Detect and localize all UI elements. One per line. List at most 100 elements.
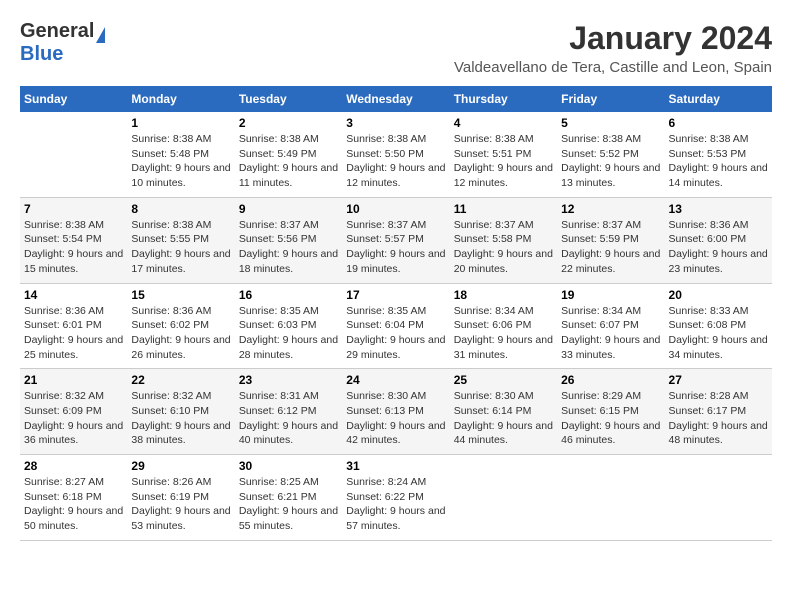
day-number: 1: [131, 116, 230, 130]
day-number: 17: [346, 288, 445, 302]
day-cell: 30 Sunrise: 8:25 AMSunset: 6:21 PMDayligh…: [235, 455, 342, 541]
day-info: Sunrise: 8:38 AMSunset: 5:49 PMDaylight:…: [239, 132, 338, 191]
week-row-5: 28 Sunrise: 8:27 AMSunset: 6:18 PMDayligh…: [20, 455, 772, 541]
day-cell: 29 Sunrise: 8:26 AMSunset: 6:19 PMDayligh…: [127, 455, 234, 541]
day-number: 28: [24, 459, 123, 473]
day-info: Sunrise: 8:35 AMSunset: 6:03 PMDaylight:…: [239, 304, 338, 363]
day-number: 24: [346, 373, 445, 387]
day-number: 25: [454, 373, 553, 387]
day-number: 7: [24, 202, 123, 216]
day-info: Sunrise: 8:32 AMSunset: 6:09 PMDaylight:…: [24, 389, 123, 448]
day-info: Sunrise: 8:38 AMSunset: 5:48 PMDaylight:…: [131, 132, 230, 191]
day-cell: 15 Sunrise: 8:36 AMSunset: 6:02 PMDayligh…: [127, 283, 234, 369]
day-cell: 11 Sunrise: 8:37 AMSunset: 5:58 PMDayligh…: [450, 197, 557, 283]
day-cell: 2 Sunrise: 8:38 AMSunset: 5:49 PMDaylight…: [235, 112, 342, 197]
day-info: Sunrise: 8:38 AMSunset: 5:54 PMDaylight:…: [24, 218, 123, 277]
day-number: 11: [454, 202, 553, 216]
day-cell: 18Sunrise: 8:34 AMSunset: 6:06 PMDayligh…: [450, 283, 557, 369]
day-number: 16: [239, 288, 338, 302]
day-cell: 21 Sunrise: 8:32 AMSunset: 6:09 PMDayligh…: [20, 369, 127, 455]
day-number: 26: [561, 373, 660, 387]
day-cell: 27Sunrise: 8:28 AMSunset: 6:17 PMDayligh…: [665, 369, 772, 455]
day-info: Sunrise: 8:27 AMSunset: 6:18 PMDaylight:…: [24, 475, 123, 534]
day-info: Sunrise: 8:35 AMSunset: 6:04 PMDaylight:…: [346, 304, 445, 363]
day-number: 31: [346, 459, 445, 473]
day-info: Sunrise: 8:34 AMSunset: 6:07 PMDaylight:…: [561, 304, 660, 363]
day-number: 30: [239, 459, 338, 473]
column-header-friday: Friday: [557, 86, 664, 112]
day-number: 6: [669, 116, 768, 130]
logo-blue: Blue: [20, 43, 63, 66]
day-number: 8: [131, 202, 230, 216]
day-cell: [557, 455, 664, 541]
calendar-header-row: SundayMondayTuesdayWednesdayThursdayFrid…: [20, 86, 772, 112]
day-info: Sunrise: 8:29 AMSunset: 6:15 PMDaylight:…: [561, 389, 660, 448]
day-cell: 17 Sunrise: 8:35 AMSunset: 6:04 PMDayligh…: [342, 283, 449, 369]
day-info: Sunrise: 8:28 AMSunset: 6:17 PMDaylight:…: [669, 389, 768, 448]
day-number: 15: [131, 288, 230, 302]
day-info: Sunrise: 8:37 AMSunset: 5:58 PMDaylight:…: [454, 218, 553, 277]
calendar-table: SundayMondayTuesdayWednesdayThursdayFrid…: [20, 86, 772, 541]
day-cell: 23 Sunrise: 8:31 AMSunset: 6:12 PMDayligh…: [235, 369, 342, 455]
day-info: Sunrise: 8:37 AMSunset: 5:56 PMDaylight:…: [239, 218, 338, 277]
day-cell: 8 Sunrise: 8:38 AMSunset: 5:55 PMDaylight…: [127, 197, 234, 283]
day-info: Sunrise: 8:38 AMSunset: 5:51 PMDaylight:…: [454, 132, 553, 191]
day-info: Sunrise: 8:25 AMSunset: 6:21 PMDaylight:…: [239, 475, 338, 534]
week-row-2: 7 Sunrise: 8:38 AMSunset: 5:54 PMDaylight…: [20, 197, 772, 283]
day-info: Sunrise: 8:36 AMSunset: 6:01 PMDaylight:…: [24, 304, 123, 363]
day-info: Sunrise: 8:26 AMSunset: 6:19 PMDaylight:…: [131, 475, 230, 534]
day-cell: 28 Sunrise: 8:27 AMSunset: 6:18 PMDayligh…: [20, 455, 127, 541]
day-cell: 3 Sunrise: 8:38 AMSunset: 5:50 PMDaylight…: [342, 112, 449, 197]
day-info: Sunrise: 8:33 AMSunset: 6:08 PMDaylight:…: [669, 304, 768, 363]
day-cell: 7 Sunrise: 8:38 AMSunset: 5:54 PMDaylight…: [20, 197, 127, 283]
day-number: 20: [669, 288, 768, 302]
day-info: Sunrise: 8:31 AMSunset: 6:12 PMDaylight:…: [239, 389, 338, 448]
day-number: 21: [24, 373, 123, 387]
column-header-sunday: Sunday: [20, 86, 127, 112]
day-cell: [20, 112, 127, 197]
day-info: Sunrise: 8:36 AMSunset: 6:02 PMDaylight:…: [131, 304, 230, 363]
week-row-1: 1 Sunrise: 8:38 AMSunset: 5:48 PMDaylight…: [20, 112, 772, 197]
day-info: Sunrise: 8:38 AMSunset: 5:55 PMDaylight:…: [131, 218, 230, 277]
day-cell: 31 Sunrise: 8:24 AMSunset: 6:22 PMDayligh…: [342, 455, 449, 541]
day-cell: 26 Sunrise: 8:29 AMSunset: 6:15 PMDayligh…: [557, 369, 664, 455]
day-number: 19: [561, 288, 660, 302]
column-header-wednesday: Wednesday: [342, 86, 449, 112]
day-number: 29: [131, 459, 230, 473]
day-number: 3: [346, 116, 445, 130]
day-cell: 5Sunrise: 8:38 AMSunset: 5:52 PMDaylight…: [557, 112, 664, 197]
day-cell: 13Sunrise: 8:36 AMSunset: 6:00 PMDayligh…: [665, 197, 772, 283]
column-header-monday: Monday: [127, 86, 234, 112]
location-title: Valdeavellano de Tera, Castille and Leon…: [454, 59, 772, 76]
day-number: 2: [239, 116, 338, 130]
day-info: Sunrise: 8:24 AMSunset: 6:22 PMDaylight:…: [346, 475, 445, 534]
week-row-4: 21 Sunrise: 8:32 AMSunset: 6:09 PMDayligh…: [20, 369, 772, 455]
day-cell: 10 Sunrise: 8:37 AMSunset: 5:57 PMDayligh…: [342, 197, 449, 283]
day-cell: 22Sunrise: 8:32 AMSunset: 6:10 PMDayligh…: [127, 369, 234, 455]
day-cell: 24Sunrise: 8:30 AMSunset: 6:13 PMDayligh…: [342, 369, 449, 455]
day-cell: 14Sunrise: 8:36 AMSunset: 6:01 PMDayligh…: [20, 283, 127, 369]
day-info: Sunrise: 8:37 AMSunset: 5:59 PMDaylight:…: [561, 218, 660, 277]
day-number: 22: [131, 373, 230, 387]
day-number: 13: [669, 202, 768, 216]
day-cell: 20 Sunrise: 8:33 AMSunset: 6:08 PMDayligh…: [665, 283, 772, 369]
day-number: 10: [346, 202, 445, 216]
day-number: 4: [454, 116, 553, 130]
day-number: 9: [239, 202, 338, 216]
day-cell: 9 Sunrise: 8:37 AMSunset: 5:56 PMDaylight…: [235, 197, 342, 283]
logo-general: General: [20, 20, 94, 43]
logo-triangle-icon: [96, 27, 105, 43]
day-cell: 19 Sunrise: 8:34 AMSunset: 6:07 PMDayligh…: [557, 283, 664, 369]
day-number: 5: [561, 116, 660, 130]
day-cell: 12Sunrise: 8:37 AMSunset: 5:59 PMDayligh…: [557, 197, 664, 283]
day-cell: [665, 455, 772, 541]
column-header-saturday: Saturday: [665, 86, 772, 112]
day-number: 18: [454, 288, 553, 302]
logo: General Blue: [20, 20, 105, 66]
day-info: Sunrise: 8:30 AMSunset: 6:14 PMDaylight:…: [454, 389, 553, 448]
week-row-3: 14Sunrise: 8:36 AMSunset: 6:01 PMDayligh…: [20, 283, 772, 369]
day-cell: 4 Sunrise: 8:38 AMSunset: 5:51 PMDaylight…: [450, 112, 557, 197]
day-info: Sunrise: 8:37 AMSunset: 5:57 PMDaylight:…: [346, 218, 445, 277]
day-number: 23: [239, 373, 338, 387]
day-info: Sunrise: 8:38 AMSunset: 5:50 PMDaylight:…: [346, 132, 445, 191]
